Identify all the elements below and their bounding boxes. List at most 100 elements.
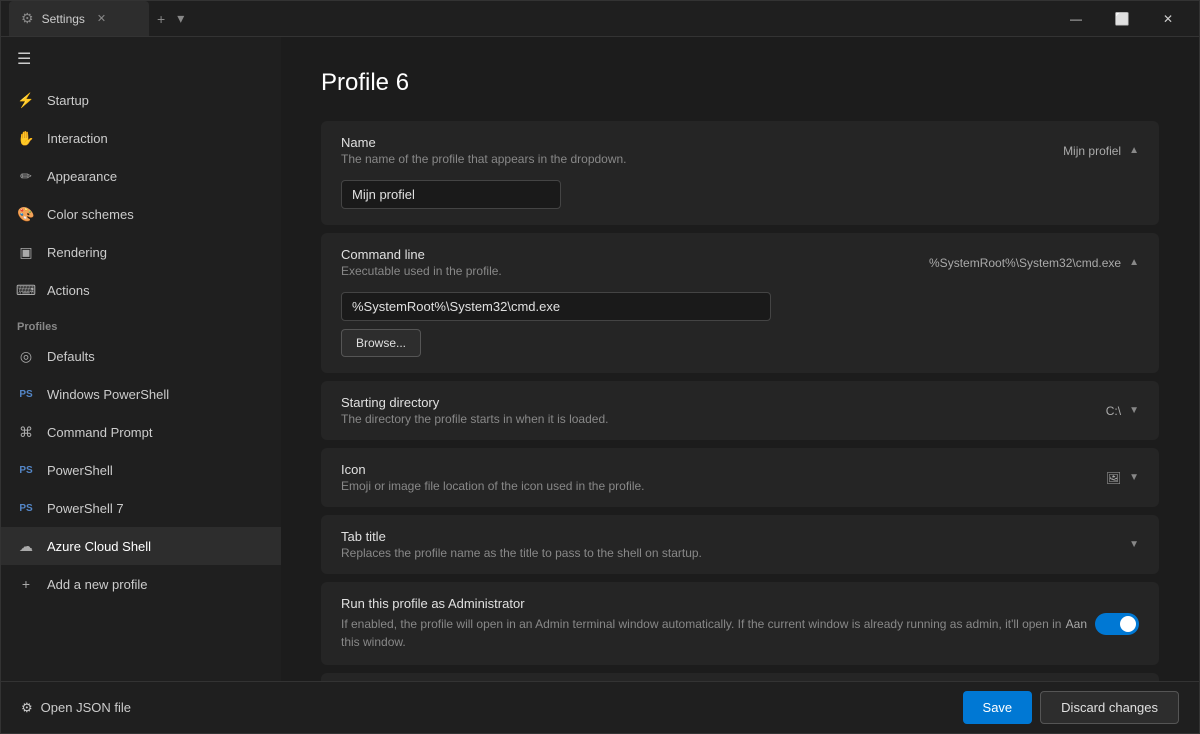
icon-header[interactable]: Icon Emoji or image file location of the… (321, 448, 1159, 507)
sidebar-item-powershell-label: PowerShell (47, 463, 113, 478)
open-json-icon: ⚙ (21, 700, 33, 716)
sidebar-item-azure-cloud-shell[interactable]: ☁ Azure Cloud Shell (1, 527, 281, 565)
starting-directory-value-display: C:\ ▼ (1106, 404, 1139, 418)
window-controls: — ⬜ ✕ (1053, 1, 1191, 37)
save-button[interactable]: Save (963, 691, 1033, 724)
sidebar-item-actions-label: Actions (47, 283, 90, 298)
command-line-section: Command line Executable used in the prof… (321, 233, 1159, 373)
sidebar-item-startup[interactable]: ⚡ Startup (1, 81, 281, 119)
tab-title-header-left: Tab title Replaces the profile name as t… (341, 529, 702, 560)
add-new-profile-button[interactable]: + Add a new profile (1, 565, 281, 603)
sidebar-item-powershell7[interactable]: PS PowerShell 7 (1, 489, 281, 527)
minimize-button[interactable]: — (1053, 1, 1099, 37)
settings-tab[interactable]: ⚙ Settings ✕ (9, 1, 149, 36)
command-line-chevron-icon: ▲ (1129, 257, 1139, 268)
tab-title-desc: Replaces the profile name as the title t… (341, 546, 702, 560)
sidebar-item-powershell[interactable]: PS PowerShell (1, 451, 281, 489)
starting-directory-label: Starting directory (341, 395, 608, 410)
name-section-header-left: Name The name of the profile that appear… (341, 135, 627, 166)
new-tab-button[interactable]: + (157, 11, 165, 27)
sidebar-item-interaction-label: Interaction (47, 131, 108, 146)
name-section-header[interactable]: Name The name of the profile that appear… (321, 121, 1159, 180)
sidebar-item-windows-powershell[interactable]: PS Windows PowerShell (1, 375, 281, 413)
actions-icon: ⌨ (17, 281, 35, 299)
icon-label: Icon (341, 462, 645, 477)
maximize-button[interactable]: ⬜ (1099, 1, 1145, 37)
name-label: Name (341, 135, 627, 150)
color-schemes-icon: 🎨 (17, 205, 35, 223)
sidebar-item-appearance[interactable]: ✏ Appearance (1, 157, 281, 195)
settings-tab-icon: ⚙ (21, 10, 34, 27)
command-line-body: Browse... (321, 292, 1159, 373)
sidebar-item-interaction[interactable]: ✋ Interaction (1, 119, 281, 157)
starting-directory-header-left: Starting directory The directory the pro… (341, 395, 608, 426)
name-input[interactable] (341, 180, 561, 209)
powershell-icon: PS (17, 461, 35, 479)
admin-toggle[interactable] (1095, 613, 1139, 635)
starting-directory-chevron-icon: ▼ (1129, 405, 1139, 416)
tab-title-value-display: ▼ (1129, 539, 1139, 550)
starting-directory-section: Starting directory The directory the pro… (321, 381, 1159, 440)
admin-label: Run this profile as Administrator (341, 596, 1066, 611)
add-profile-icon: + (17, 575, 35, 593)
profiles-section-label: Profiles (1, 309, 281, 337)
hamburger-button[interactable]: ☰ (1, 37, 281, 81)
main-layout: ☰ ⚡ Startup ✋ Interaction ✏ Appearance 🎨… (1, 37, 1199, 681)
sidebar-item-startup-label: Startup (47, 93, 89, 108)
appearance-icon: ✏ (17, 167, 35, 185)
tab-dropdown-button[interactable]: ▾ (177, 10, 184, 27)
sidebar-item-command-prompt[interactable]: ⌘ Command Prompt (1, 413, 281, 451)
name-section-body (321, 180, 1159, 225)
command-line-input[interactable] (341, 292, 771, 321)
tab-title-header[interactable]: Tab title Replaces the profile name as t… (321, 515, 1159, 574)
command-line-desc: Executable used in the profile. (341, 264, 502, 278)
admin-section: Run this profile as Administrator If ena… (321, 582, 1159, 665)
admin-desc: If enabled, the profile will open in an … (341, 615, 1066, 651)
sidebar-item-defaults[interactable]: ◎ Defaults (1, 337, 281, 375)
starting-directory-header[interactable]: Starting directory The directory the pro… (321, 381, 1159, 440)
app-window: ⚙ Settings ✕ + ▾ — ⬜ ✕ ☰ ⚡ Startup ✋ Int… (0, 0, 1200, 734)
admin-toggle-label: Aan (1066, 617, 1087, 631)
titlebar: ⚙ Settings ✕ + ▾ — ⬜ ✕ (1, 1, 1199, 37)
icon-desc: Emoji or image file location of the icon… (341, 479, 645, 493)
name-value-display: Mijn profiel ▲ (1063, 144, 1139, 158)
sidebar-item-defaults-label: Defaults (47, 349, 95, 364)
sidebar-item-rendering[interactable]: ▣ Rendering (1, 233, 281, 271)
open-json-button[interactable]: ⚙ Open JSON file (21, 700, 131, 716)
sidebar-item-command-prompt-label: Command Prompt (47, 425, 152, 440)
tab-title-label: Tab title (341, 529, 702, 544)
command-line-label: Command line (341, 247, 502, 262)
admin-left: Run this profile as Administrator If ena… (341, 596, 1066, 651)
sidebar-item-azure-cloud-shell-label: Azure Cloud Shell (47, 539, 151, 554)
footer: ⚙ Open JSON file Save Discard changes (1, 681, 1199, 733)
sidebar-item-color-schemes[interactable]: 🎨 Color schemes (1, 195, 281, 233)
defaults-icon: ◎ (17, 347, 35, 365)
command-line-current-value: %SystemRoot%\System32\cmd.exe (929, 256, 1121, 270)
starting-directory-value: C:\ (1106, 404, 1121, 418)
add-profile-label: Add a new profile (47, 577, 147, 592)
tab-title-chevron-icon: ▼ (1129, 539, 1139, 550)
browse-button[interactable]: Browse... (341, 329, 421, 357)
tab-title-section: Tab title Replaces the profile name as t… (321, 515, 1159, 574)
windows-powershell-icon: PS (17, 385, 35, 403)
name-section: Name The name of the profile that appear… (321, 121, 1159, 225)
startup-icon: ⚡ (17, 91, 35, 109)
admin-toggle-knob (1120, 616, 1136, 632)
name-chevron-icon: ▲ (1129, 145, 1139, 156)
command-line-header[interactable]: Command line Executable used in the prof… (321, 233, 1159, 292)
starting-directory-desc: The directory the profile starts in when… (341, 412, 608, 426)
icon-header-left: Icon Emoji or image file location of the… (341, 462, 645, 493)
close-button[interactable]: ✕ (1145, 1, 1191, 37)
hide-row: Hide profile from dropdown If enabled, t… (321, 673, 1159, 681)
sidebar-item-powershell7-label: PowerShell 7 (47, 501, 124, 516)
discard-button[interactable]: Discard changes (1040, 691, 1179, 724)
interaction-icon: ✋ (17, 129, 35, 147)
page-title: Profile 6 (321, 69, 1159, 97)
sidebar-item-color-schemes-label: Color schemes (47, 207, 134, 222)
content-area: Profile 6 Name The name of the profile t… (281, 37, 1199, 681)
sidebar-item-rendering-label: Rendering (47, 245, 107, 260)
sidebar-item-actions[interactable]: ⌨ Actions (1, 271, 281, 309)
admin-toggle-container: Aan (1066, 613, 1139, 635)
close-tab-icon[interactable]: ✕ (97, 12, 106, 25)
azure-cloud-shell-icon: ☁ (17, 537, 35, 555)
